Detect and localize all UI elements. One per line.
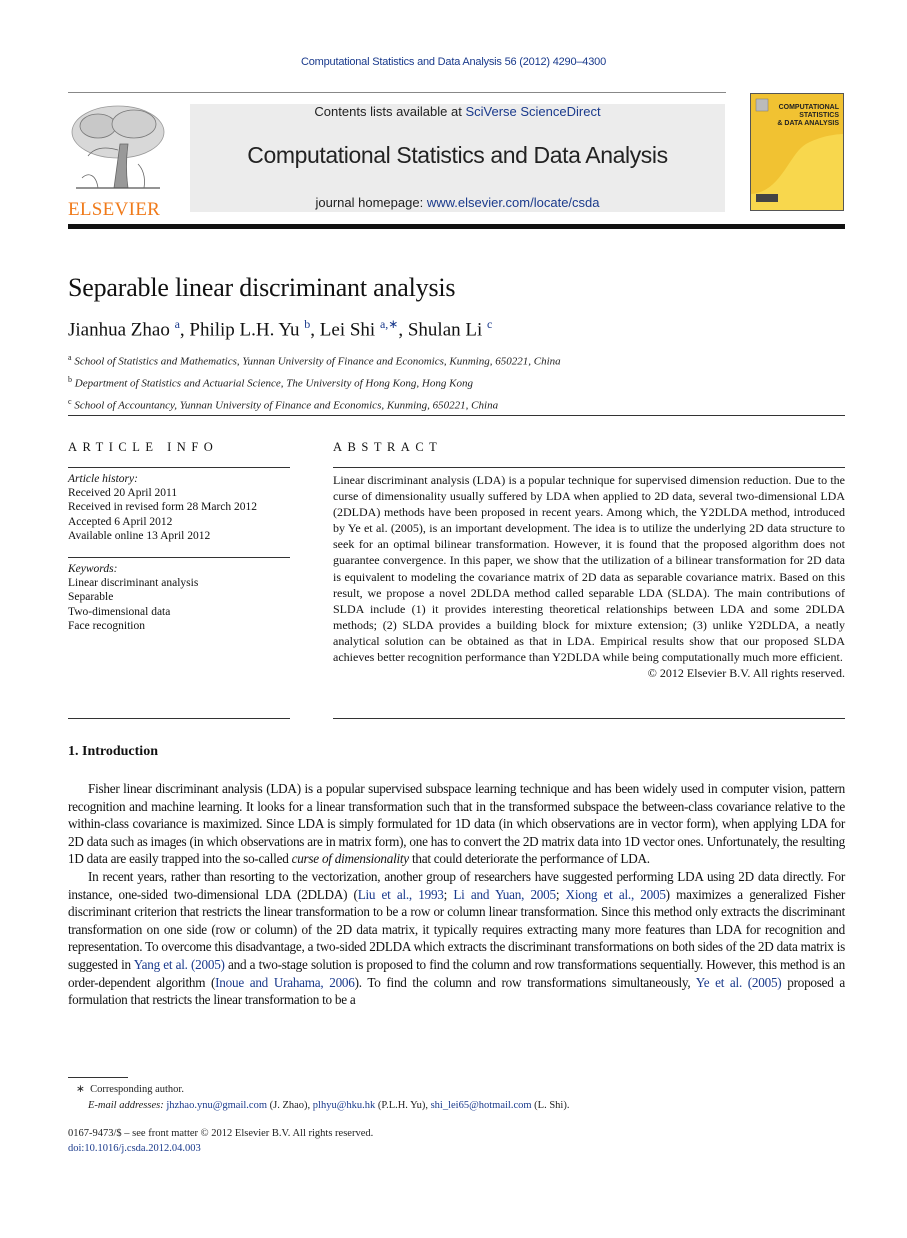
footnote-rule [68, 1077, 128, 1078]
author-affiliation-mark[interactable]: a [175, 317, 180, 331]
keyword-item: Linear discriminant analysis [68, 577, 199, 590]
author-affiliation-mark[interactable]: c [487, 317, 492, 331]
front-matter-text: 0167-9473/$ – see front matter © 2012 El… [68, 1128, 374, 1139]
citation-link[interactable]: Yang et al. (2005) [134, 957, 225, 972]
citation-link[interactable]: Ye et al. (2005) [696, 975, 782, 990]
email-owner: (P.L.H. Yu), [375, 1100, 431, 1111]
homepage-line: journal homepage: www.elsevier.com/locat… [190, 195, 725, 210]
elsevier-logo[interactable]: ELSEVIER [68, 104, 168, 220]
text-run: ; [555, 886, 566, 902]
author-name: Jianhua Zhao [68, 319, 170, 341]
elsevier-tree-icon [71, 105, 165, 189]
author-affiliation-mark[interactable]: b [304, 317, 310, 331]
article-info-heading: ARTICLE INFO [68, 440, 219, 454]
front-matter: 0167-9473/$ – see front matter © 2012 El… [68, 1126, 373, 1156]
affiliation-text: School of Accountancy, Yunnan University… [74, 399, 499, 412]
running-head[interactable]: Computational Statistics and Data Analys… [0, 56, 907, 68]
affiliation-text: School of Statistics and Mathematics, Yu… [74, 355, 561, 368]
abstract-heading: ABSTRACT [333, 440, 443, 454]
header-top-rule [68, 92, 726, 93]
author-affiliation-mark[interactable]: a,∗ [380, 317, 398, 331]
paragraph: Fisher linear discriminant analysis (LDA… [68, 780, 845, 868]
history-item: Received 20 April 2011 [68, 487, 178, 500]
cover-title-line: COMPUTATIONAL [778, 104, 839, 111]
publisher-name: ELSEVIER [68, 199, 161, 220]
affiliation-mark: b [68, 375, 72, 385]
sciencedirect-link[interactable]: SciVerse ScienceDirect [465, 104, 600, 119]
email-link[interactable]: jhzhao.ynu@gmail.com [166, 1100, 267, 1111]
citation-link[interactable]: Inoue and Urahama, 2006 [215, 975, 355, 990]
header-bottom-rule [68, 224, 845, 229]
paragraph: In recent years, rather than resorting t… [68, 868, 845, 1009]
journal-title: Computational Statistics and Data Analys… [247, 142, 668, 168]
article-title: Separable linear discriminant analysis [68, 273, 456, 302]
introduction-heading: 1. Introduction [68, 744, 158, 759]
author-name: Lei Shi [319, 319, 376, 341]
doi-link[interactable]: doi:10.1016/j.csda.2012.04.003 [68, 1143, 201, 1154]
author-name: Shulan Li [407, 319, 483, 341]
keywords: Keywords: Linear discriminant analysis S… [68, 562, 290, 633]
affiliation-mark: a [68, 353, 72, 362]
corresponding-text: Corresponding author. [90, 1084, 184, 1095]
text-run: ; [443, 886, 454, 902]
abstract-paragraph: Linear discriminant analysis (LDA) is a … [333, 473, 845, 665]
citation-link[interactable]: Liu et al., 1993 [358, 887, 444, 902]
abstract-bottom-rule [333, 718, 845, 719]
author-list: Jianhua Zhao a, Philip L.H. Yu b, Lei Sh… [68, 317, 493, 341]
email-owner: (J. Zhao), [267, 1100, 313, 1111]
footnote-star: ∗ [76, 1084, 85, 1095]
affiliation-item: b Department of Statistics and Actuarial… [68, 371, 561, 393]
cover-title-line: & DATA ANALYSIS [777, 120, 839, 127]
contents-prefix: Contents lists available at [314, 104, 466, 119]
keyword-item: Separable [68, 591, 114, 604]
email-label: E-mail addresses: [88, 1100, 164, 1111]
article-history: Article history: Received 20 April 2011 … [68, 472, 290, 543]
citation-link[interactable]: Li and Yuan, 2005 [453, 887, 556, 902]
homepage-prefix: journal homepage: [315, 195, 427, 210]
journal-banner: Contents lists available at SciVerse Sci… [190, 104, 725, 212]
citation-link[interactable]: Xiong et al., 2005 [566, 887, 666, 902]
text-run: ). To find the column and row transforma… [354, 974, 696, 990]
affiliation-mark: c [68, 397, 72, 407]
keyword-item: Two-dimensional data [68, 605, 171, 618]
cover-title-line: STATISTICS [799, 112, 839, 119]
keywords-label: Keywords: [68, 563, 118, 575]
homepage-link[interactable]: www.elsevier.com/locate/csda [427, 195, 600, 210]
history-item: Received in revised form 28 March 2012 [68, 501, 258, 514]
history-item: Available online 13 April 2012 [68, 529, 211, 542]
history-item: Accepted 6 April 2012 [68, 515, 173, 528]
introduction-body: Fisher linear discriminant analysis (LDA… [68, 780, 845, 1009]
article-info-rule [68, 467, 290, 468]
affiliation-item: c School of Accountancy, Yunnan Universi… [68, 393, 561, 415]
abstract-body: Linear discriminant analysis (LDA) is a … [333, 472, 845, 681]
footnotes: ∗ Corresponding author. E-mail addresses… [76, 1082, 569, 1114]
corresponding-author-note: ∗ Corresponding author. [76, 1082, 569, 1098]
email-owner: (L. Shi). [531, 1100, 570, 1111]
keywords-rule [68, 557, 290, 558]
section-divider [68, 415, 845, 416]
abstract-rule [333, 467, 845, 468]
email-link[interactable]: plhyu@hku.hk [313, 1100, 375, 1111]
affiliation-item: a School of Statistics and Mathematics, … [68, 349, 561, 371]
email-link[interactable]: shi_lei65@hotmail.com [431, 1100, 532, 1111]
emphasis: curse of dimensionality [291, 851, 410, 867]
text-run: that could deteriorate the performance o… [408, 851, 650, 867]
keyword-item: Face recognition [68, 619, 145, 632]
history-label: Article history: [68, 473, 138, 485]
author-name: Philip L.H. Yu [189, 319, 300, 341]
email-line: E-mail addresses: jhzhao.ynu@gmail.com (… [76, 1098, 569, 1114]
journal-cover[interactable]: COMPUTATIONAL STATISTICS & DATA ANALYSIS [750, 93, 844, 211]
affiliations: a School of Statistics and Mathematics, … [68, 349, 561, 415]
affiliation-text: Department of Statistics and Actuarial S… [74, 377, 473, 390]
article-info-bottom-rule [68, 718, 290, 719]
abstract-copyright: © 2012 Elsevier B.V. All rights reserved… [647, 666, 845, 681]
cover-title: COMPUTATIONAL STATISTICS & DATA ANALYSIS [777, 104, 839, 128]
contents-line: Contents lists available at SciVerse Sci… [190, 104, 725, 119]
